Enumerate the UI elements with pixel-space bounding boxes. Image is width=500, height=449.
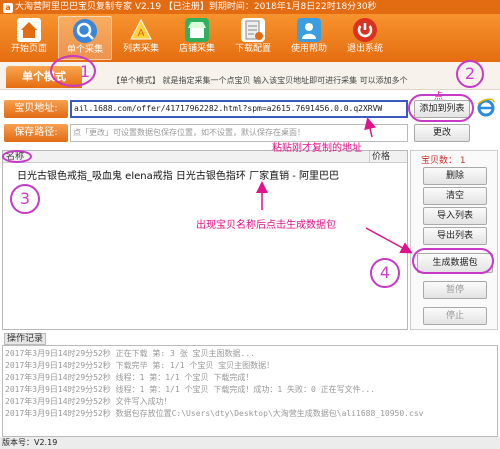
change-path-button[interactable]: 更改 [414, 124, 470, 142]
log-line: 2017年3月9日14时29分52秒 数据包存放位置C:\Users\dty\D… [5, 409, 424, 418]
window-title: 大淘营阿里巴巴宝贝复制专家 V2.19 【已注册】到期时间：2018年1月8日2… [15, 2, 377, 12]
mode-tip: 【单个模式】 就是指定采集一个点宝贝 输入该宝贝地址即可进行采集 可以添加多个 [112, 76, 408, 85]
log-tab[interactable]: 操作记录 [4, 333, 46, 345]
log-panel: 2017年3月9日14时29分52秒 正在下载 第: 3 张 宝贝主图数据...… [2, 345, 498, 437]
annotation-circle-add [408, 94, 474, 122]
side-panel: 宝贝数： 1 删除 清空 导入列表 导出列表 生成数据包 暂停 停止 [410, 150, 498, 330]
toolbar-shop-collect[interactable]: 店铺采集 [170, 16, 224, 60]
annotation-number-4: 4 [379, 263, 391, 282]
pause-button[interactable]: 暂停 [423, 281, 487, 299]
toolbar-list-collect[interactable]: A 列表采集 [114, 16, 168, 60]
help-icon [297, 18, 321, 42]
save-path-label: 保存路径: [4, 124, 68, 142]
list-item[interactable]: 日光古银色戒指_吸血鬼 elena戒指 日光古银色指环 厂家直销 - 阿里巴巴 [17, 167, 339, 182]
toolbar-home[interactable]: 开始页面 [2, 16, 56, 60]
toolbar-download-config[interactable]: 下载配置 [226, 16, 280, 60]
title-bar: a 大淘营阿里巴巴宝贝复制专家 V2.19 【已注册】到期时间：2018年1月8日… [0, 0, 500, 14]
status-bar: 版本号：V2.19 [0, 437, 500, 449]
home-icon [17, 18, 41, 42]
toolbar-help[interactable]: 使用帮助 [282, 16, 336, 60]
toolbar-single-collect[interactable]: 单个采集 [58, 16, 112, 60]
url-label: 宝贝地址: [4, 100, 68, 118]
item-count: 宝贝数： 1 [421, 156, 466, 166]
item-list[interactable]: 名称 价格 日光古银色戒指_吸血鬼 elena戒指 日光古银色指环 厂家直销 -… [2, 150, 408, 330]
import-list-button[interactable]: 导入列表 [423, 207, 487, 225]
annotation-paste-hint: 粘贴刚才复制的地址 [272, 143, 362, 154]
download-config-icon [241, 18, 265, 42]
list-collect-icon: A [129, 18, 153, 42]
column-price[interactable]: 价格 [369, 151, 409, 163]
exit-icon [353, 18, 377, 42]
annotation-circle-name [2, 150, 32, 163]
shop-collect-icon [185, 18, 209, 42]
single-collect-icon [73, 19, 97, 43]
log-line: 2017年3月9日14时29分52秒 正在下载 第: 3 张 宝贝主图数据... [5, 349, 255, 358]
url-input[interactable]: ail.1688.com/offer/41717962282.html?spm=… [70, 100, 408, 118]
annotation-number-3: 3 [19, 189, 31, 208]
annotation-number-1: 1 [79, 62, 91, 81]
export-list-button[interactable]: 导出列表 [423, 227, 487, 245]
app-logo-icon: a [3, 3, 13, 13]
log-line: 2017年3月9日14时29分52秒 线程：1 第：1/1 个宝贝 下载完成！ [5, 373, 254, 382]
annotation-circle-generate [412, 248, 494, 274]
log-line: 2017年3月9日14时29分52秒 文件写入成功！ [5, 397, 172, 406]
log-line: 2017年3月9日14时29分52秒 下载完毕 第: 1/1 个宝贝 宝贝主图数… [5, 361, 275, 370]
toolbar-exit[interactable]: 退出系统 [338, 16, 392, 60]
annotation-generate-hint: 出现宝贝名称后点击生成数据包 [196, 220, 336, 231]
browser-icon[interactable] [476, 98, 496, 118]
log-line: 2017年3月9日14时29分52秒 线程：1 第：1/1 个宝贝 下载完成！成… [5, 385, 376, 394]
annotation-number-2: 2 [464, 64, 476, 83]
clear-button[interactable]: 清空 [423, 187, 487, 205]
delete-button[interactable]: 删除 [423, 167, 487, 185]
stop-button[interactable]: 停止 [423, 307, 487, 325]
svg-text:A: A [138, 28, 145, 39]
